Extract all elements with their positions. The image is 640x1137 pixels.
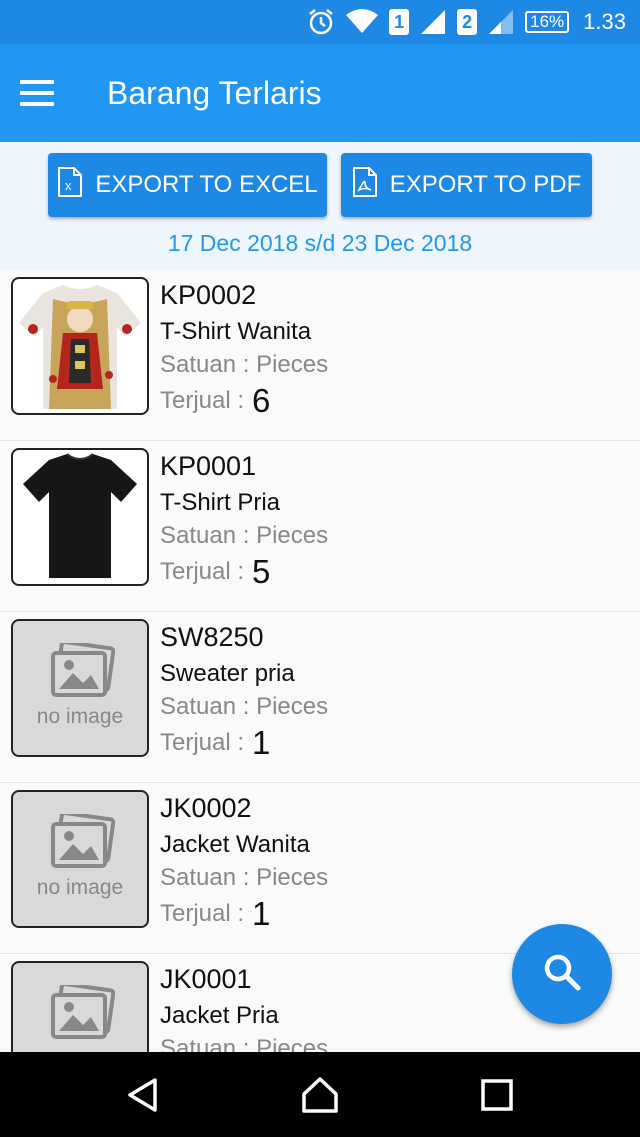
sold-label: Terjual : bbox=[160, 387, 245, 414]
export-pdf-button[interactable]: EXPORT TO PDF bbox=[341, 153, 592, 217]
product-name: Jacket Pria bbox=[160, 1002, 279, 1029]
list-item[interactable]: KP0002 T-Shirt Wanita Satuan : Pieces Te… bbox=[0, 270, 640, 441]
sold-label: Terjual : bbox=[160, 558, 245, 585]
product-image bbox=[11, 277, 149, 415]
product-unit: Satuan : Pieces bbox=[160, 864, 329, 891]
home-icon bbox=[302, 1076, 338, 1113]
list-item[interactable]: KP0001 T-Shirt Pria Satuan : Pieces Terj… bbox=[0, 441, 640, 612]
search-icon bbox=[542, 952, 582, 997]
recents-icon bbox=[481, 1078, 513, 1111]
hamburger-menu-icon[interactable] bbox=[20, 63, 80, 123]
product-image-placeholder bbox=[11, 961, 149, 1052]
sold-count: 1 bbox=[252, 895, 271, 932]
home-button[interactable] bbox=[270, 1052, 370, 1137]
excel-file-icon: x bbox=[57, 166, 83, 205]
back-icon bbox=[128, 1077, 157, 1112]
product-code: SW8250 bbox=[160, 622, 264, 652]
product-code: JK0001 bbox=[160, 964, 252, 994]
product-code: JK0002 bbox=[160, 793, 252, 823]
sold-count: 5 bbox=[252, 553, 271, 590]
product-name: T-Shirt Pria bbox=[160, 489, 281, 516]
product-image bbox=[11, 448, 149, 586]
search-button[interactable] bbox=[512, 924, 612, 1024]
image-placeholder-icon bbox=[51, 643, 115, 697]
no-image-text: no image bbox=[36, 705, 124, 728]
product-image-placeholder: no image bbox=[11, 790, 149, 928]
sold-label: Terjual : bbox=[160, 900, 245, 927]
pdf-file-icon bbox=[352, 166, 378, 205]
product-code: KP0001 bbox=[160, 451, 257, 481]
product-code: KP0002 bbox=[160, 280, 257, 310]
battery-indicator: 16% bbox=[525, 11, 570, 33]
signal-icon bbox=[419, 9, 447, 35]
image-placeholder-icon bbox=[51, 814, 115, 868]
page-title: Barang Terlaris bbox=[107, 74, 322, 111]
clock: 1.33 bbox=[583, 9, 626, 34]
app-bar: Barang Terlaris bbox=[0, 44, 640, 142]
system-nav-bar bbox=[0, 1052, 640, 1137]
recents-button[interactable] bbox=[447, 1052, 547, 1137]
product-unit: Satuan : Pieces bbox=[160, 1035, 329, 1052]
sold-count: 6 bbox=[252, 382, 271, 419]
signal-icon bbox=[487, 9, 515, 35]
export-area: x EXPORT TO EXCEL EXPORT TO PDF 17 Dec 2… bbox=[0, 142, 640, 270]
sim1-badge: 1 bbox=[389, 9, 410, 35]
product-unit: Satuan : Pieces bbox=[160, 693, 329, 720]
sim2-badge: 2 bbox=[457, 9, 478, 35]
back-button[interactable] bbox=[93, 1052, 193, 1137]
product-unit: Satuan : Pieces bbox=[160, 522, 329, 549]
product-name: T-Shirt Wanita bbox=[160, 318, 312, 345]
product-name: Jacket Wanita bbox=[160, 831, 310, 858]
product-unit: Satuan : Pieces bbox=[160, 351, 329, 378]
date-range: 17 Dec 2018 s/d 23 Dec 2018 bbox=[167, 230, 473, 256]
sold-count: 1 bbox=[252, 724, 271, 761]
export-excel-button[interactable]: x EXPORT TO EXCEL bbox=[48, 153, 327, 217]
svg-text:x: x bbox=[65, 178, 72, 193]
status-bar: 1 2 16% 1.33 bbox=[0, 0, 640, 44]
sold-label: Terjual : bbox=[160, 729, 245, 756]
alarm-icon bbox=[307, 8, 335, 36]
no-image-text: no image bbox=[36, 876, 124, 899]
product-name: Sweater pria bbox=[160, 660, 295, 687]
wifi-icon bbox=[345, 9, 379, 35]
export-pdf-label: EXPORT TO PDF bbox=[389, 171, 582, 198]
export-excel-label: EXPORT TO EXCEL bbox=[95, 171, 318, 198]
image-placeholder-icon bbox=[51, 985, 115, 1039]
product-image-placeholder: no image bbox=[11, 619, 149, 757]
list-item[interactable]: no image SW8250 Sweater pria Satuan : Pi… bbox=[0, 612, 640, 783]
